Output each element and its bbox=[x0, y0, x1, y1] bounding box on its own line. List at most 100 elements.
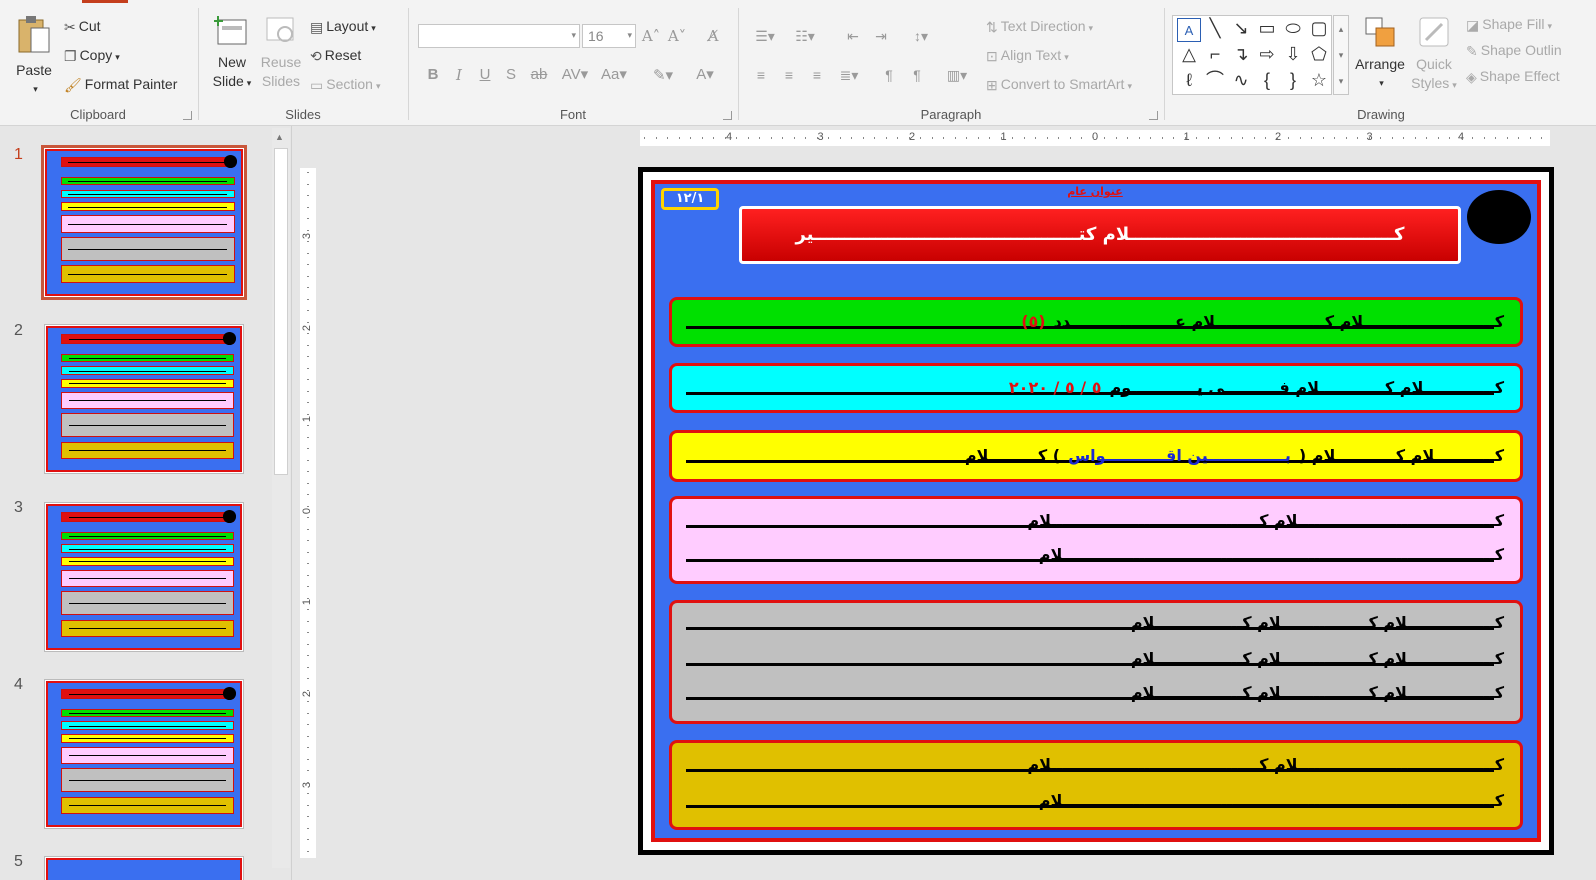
change-case-icon[interactable]: Aa▾ bbox=[596, 64, 632, 86]
ruler-tick bbox=[1380, 137, 1381, 139]
clipboard-launcher-icon[interactable]: · bbox=[183, 111, 192, 120]
textbox-shape-icon[interactable]: A bbox=[1177, 18, 1201, 42]
right-arrow-shape-icon[interactable]: ⇨ bbox=[1255, 42, 1279, 66]
row-cyan[interactable]: كـــــــــــــلام كــــــــــــلام فــــ… bbox=[669, 363, 1523, 413]
rtl-direction-icon[interactable]: ¶ bbox=[904, 64, 930, 86]
ruler-tick bbox=[1138, 137, 1140, 139]
shapes-gallery-scroll[interactable]: ▴ ▾ ▾ bbox=[1333, 15, 1349, 95]
arrange-button[interactable]: Arrange ▾ bbox=[1352, 14, 1408, 93]
ruler-tick bbox=[307, 620, 309, 622]
paste-button[interactable]: Paste ▾ bbox=[10, 14, 58, 99]
ltr-direction-icon[interactable]: ¶ bbox=[876, 64, 902, 86]
layout-button[interactable]: ▤ Layout ▾ bbox=[310, 18, 376, 36]
grow-font-icon[interactable]: A˄ bbox=[640, 25, 662, 47]
shape-effects-button[interactable]: ◈ Shape Effect bbox=[1466, 68, 1560, 86]
shape-outline-button[interactable]: ✎ Shape Outlin bbox=[1466, 42, 1562, 60]
character-spacing-icon[interactable]: AV▾ bbox=[558, 64, 592, 86]
right-brace-shape-icon[interactable]: } bbox=[1281, 68, 1305, 92]
numbering-icon[interactable]: ☷▾ bbox=[788, 25, 822, 47]
slide-thumbnail[interactable] bbox=[44, 856, 244, 880]
slide-thumbnail[interactable] bbox=[41, 145, 247, 300]
shape-fill-button[interactable]: ◪ Shape Fill ▾ bbox=[1466, 16, 1552, 34]
thumbnails-scrollbar[interactable]: ▲ bbox=[272, 128, 290, 868]
line-shape-icon[interactable]: ╲ bbox=[1203, 16, 1227, 40]
align-right-icon[interactable]: ≡ bbox=[804, 64, 830, 86]
line-spacing-icon[interactable]: ↕▾ bbox=[904, 25, 938, 47]
reset-button[interactable]: ⟲ Reset bbox=[310, 47, 361, 65]
font-launcher-icon[interactable]: · bbox=[723, 111, 732, 120]
ruler-tick bbox=[307, 321, 309, 323]
quick-styles-button[interactable]: Quick Styles ▾ bbox=[1408, 14, 1460, 95]
thumbnail-band bbox=[61, 441, 235, 459]
elbow-arrow-shape-icon[interactable]: ↴ bbox=[1229, 42, 1253, 66]
rounded-rect-shape-icon[interactable]: ▢ bbox=[1307, 16, 1331, 40]
paintbrush-icon: 🖌 bbox=[64, 76, 82, 93]
curve-shape-icon[interactable]: ∿ bbox=[1229, 68, 1253, 92]
new-slide-button[interactable]: New Slide ▾ bbox=[208, 14, 256, 93]
shadow-icon[interactable]: S bbox=[500, 64, 522, 86]
copy-button[interactable]: ❐ Copy ▾ bbox=[64, 47, 120, 65]
highlight-icon[interactable]: ✎▾ bbox=[646, 64, 680, 86]
decrease-indent-icon[interactable]: ⇤ bbox=[840, 25, 866, 47]
reuse-label-2: Slides bbox=[261, 73, 301, 89]
star-shape-icon[interactable]: ☆ bbox=[1307, 68, 1331, 92]
slide-thumbnail[interactable] bbox=[44, 679, 244, 829]
top-label[interactable]: عنوان عام bbox=[1055, 185, 1135, 198]
row-gray[interactable]: كــــــــــــــــلام كــــــــــــــــلا… bbox=[669, 600, 1523, 724]
font-size-input[interactable]: 16 ▾ bbox=[582, 24, 636, 48]
rectangle-shape-icon[interactable]: ▭ bbox=[1255, 16, 1279, 40]
bold-icon[interactable]: B bbox=[422, 64, 444, 86]
shrink-font-icon[interactable]: A˅ bbox=[666, 25, 688, 47]
cut-button[interactable]: ✂ Cut bbox=[64, 18, 101, 36]
down-arrow-shape-icon[interactable]: ⇩ bbox=[1281, 42, 1305, 66]
strikethrough-icon[interactable]: ab bbox=[528, 64, 550, 86]
align-text-button[interactable]: ⊡ Align Text ▾ bbox=[986, 47, 1069, 65]
shapes-gallery[interactable]: A ╲ ↘ ▭ ⬭ ▢ △ ⌐ ↴ ⇨ ⇩ ⬠ ℓ ⌒ ∿ { } ☆ bbox=[1172, 15, 1332, 95]
font-name-input[interactable]: ▾ bbox=[418, 24, 580, 48]
convert-smartart-button[interactable]: ⊞ Convert to SmartArt ▾ bbox=[986, 76, 1132, 94]
align-center-icon[interactable]: ≡ bbox=[776, 64, 802, 86]
slide-canvas[interactable]: ١٢/١ عنوان عام كــــــــــــــــــــــــ… bbox=[638, 167, 1554, 855]
triangle-shape-icon[interactable]: △ bbox=[1177, 42, 1201, 66]
freeform-shape-icon[interactable]: ℓ bbox=[1177, 68, 1201, 92]
flowchart-shape-icon[interactable]: ⬠ bbox=[1307, 42, 1331, 66]
left-brace-shape-icon[interactable]: { bbox=[1255, 68, 1279, 92]
row-yellow[interactable]: كـــــــــــلام كـــــــــــلام (بــــــ… bbox=[669, 430, 1523, 482]
text-line: كــــــــــــــــلام كــــــــــــــــلا… bbox=[684, 611, 1508, 635]
italic-icon[interactable]: I bbox=[448, 64, 470, 86]
row-green[interactable]: كــــــــــــــــــــــــلام كــــــــــ… bbox=[669, 297, 1523, 347]
slide-thumbnail[interactable] bbox=[44, 324, 244, 474]
ruler-tick bbox=[307, 781, 309, 783]
paragraph-launcher-icon[interactable]: · bbox=[1149, 111, 1158, 120]
row-pink[interactable]: كــــــــــــــــــــــــــــــــــــلام… bbox=[669, 496, 1523, 584]
bullets-icon[interactable]: ☰▾ bbox=[748, 25, 782, 47]
ruler-tick bbox=[655, 137, 657, 139]
clear-formatting-icon[interactable]: A̸ bbox=[702, 25, 724, 47]
scroll-up-icon[interactable]: ▲ bbox=[275, 132, 284, 142]
page-badge[interactable]: ١٢/١ bbox=[661, 188, 719, 210]
increase-indent-icon[interactable]: ⇥ bbox=[868, 25, 894, 47]
layout-label: Layout bbox=[326, 18, 369, 34]
oval-shape-icon[interactable]: ⬭ bbox=[1281, 16, 1305, 40]
align-left-icon[interactable]: ≡ bbox=[748, 64, 774, 86]
logo-circle[interactable] bbox=[1467, 190, 1531, 244]
section-button[interactable]: ▭ Section ▾ bbox=[310, 76, 380, 94]
scrollbar-thumb[interactable] bbox=[274, 148, 288, 475]
slide-thumbnail[interactable] bbox=[44, 502, 244, 652]
underline-icon[interactable]: U bbox=[474, 64, 496, 86]
columns-icon[interactable]: ▥▾ bbox=[940, 64, 974, 86]
divider bbox=[1164, 8, 1165, 120]
text-direction-button[interactable]: ⇅ Text Direction ▾ bbox=[986, 18, 1093, 36]
arc-shape-icon[interactable]: ⌒ bbox=[1203, 68, 1227, 92]
title-banner[interactable]: كـــــــــــــــــــــــــــــــــــــــ… bbox=[739, 206, 1461, 264]
reset-label: Reset bbox=[324, 47, 362, 63]
justify-icon[interactable]: ≣▾ bbox=[832, 64, 866, 86]
font-color-icon[interactable]: A▾ bbox=[688, 64, 722, 86]
reuse-slides-button[interactable]: Reuse Slides bbox=[258, 14, 304, 91]
thumbnail-preview bbox=[46, 681, 242, 827]
elbow-connector-shape-icon[interactable]: ⌐ bbox=[1203, 42, 1227, 66]
pencil-icon: ✎ bbox=[1466, 42, 1478, 59]
format-painter-button[interactable]: 🖌 Format Painter bbox=[64, 76, 177, 94]
row-gold[interactable]: كــــــــــــــــــــــــــــــــــــلام… bbox=[669, 740, 1523, 830]
arrow-line-shape-icon[interactable]: ↘ bbox=[1229, 16, 1253, 40]
